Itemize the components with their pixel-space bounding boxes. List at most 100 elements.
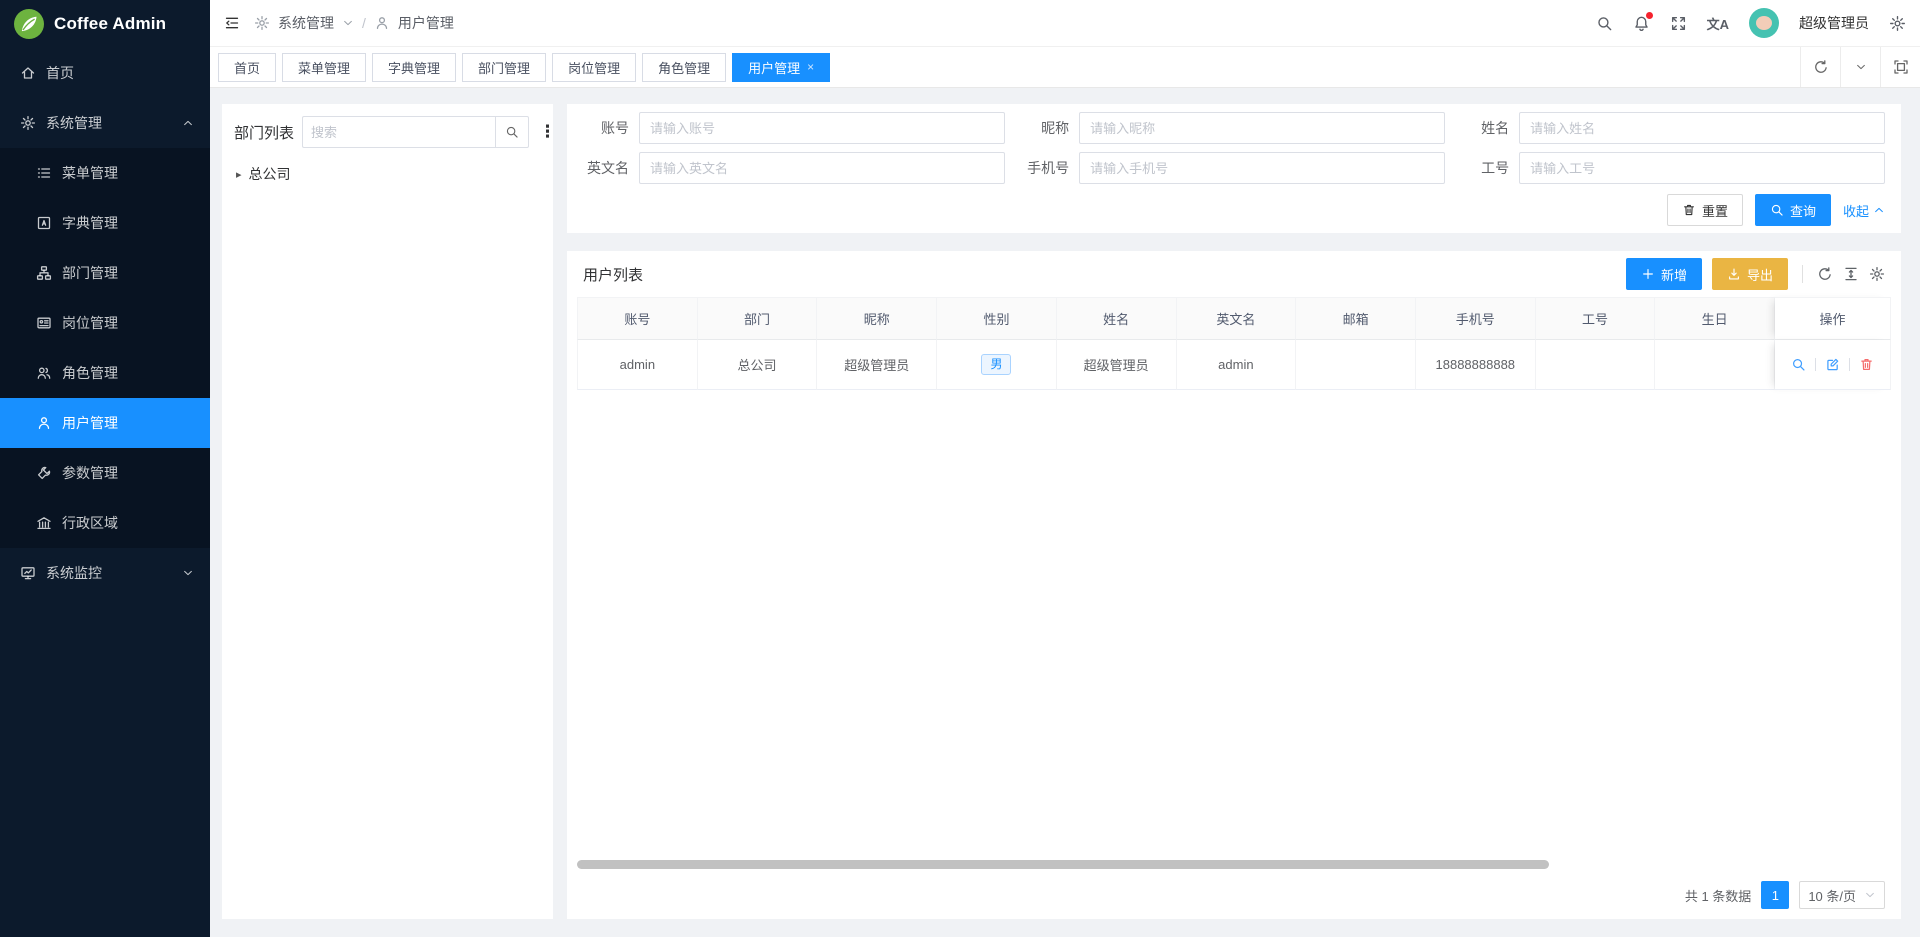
breadcrumb: 系统管理 / 用户管理 — [224, 13, 454, 33]
cell-phone: 18888888888 — [1416, 340, 1536, 390]
search-icon[interactable] — [1596, 15, 1613, 32]
department-panel: 部门列表 ⋮ ▸ 总公司 — [222, 104, 553, 919]
id-card-icon — [36, 315, 52, 331]
scrollbar-thumb[interactable] — [577, 860, 1549, 869]
sidebar-item-admin-region[interactable]: 行政区域 — [0, 498, 210, 548]
gear-icon — [20, 115, 36, 131]
breadcrumb-level1[interactable]: 系统管理 — [278, 13, 334, 33]
refresh-icon — [1817, 266, 1833, 282]
page-size-select[interactable]: 10 条/页 — [1799, 881, 1885, 909]
sidebar-item-param-management[interactable]: 参数管理 — [0, 448, 210, 498]
user-list-header: 用户列表 新增 导出 — [567, 251, 1901, 297]
add-user-button[interactable]: 新增 — [1626, 258, 1702, 290]
edit-row-icon[interactable] — [1825, 357, 1840, 372]
current-user-name[interactable]: 超级管理员 — [1799, 13, 1869, 33]
user-table: 账号 部门 昵称 性别 姓名 英文名 邮箱 手机号 工号 生日 操作 admin… — [577, 297, 1891, 390]
dictionary-icon — [36, 215, 52, 231]
sidebar-item-post-management[interactable]: 岗位管理 — [0, 298, 210, 348]
tab-user-management[interactable]: 用户管理 × — [732, 53, 830, 82]
column-settings-button[interactable] — [1869, 266, 1885, 282]
export-button[interactable]: 导出 — [1712, 258, 1788, 290]
refresh-tab-button[interactable] — [1800, 47, 1840, 87]
job-no-input[interactable] — [1519, 152, 1885, 184]
department-panel-title: 部门列表 — [234, 122, 294, 143]
sidebar-item-system-management[interactable]: 系统管理 — [0, 98, 210, 148]
column-header-nickname: 昵称 — [817, 297, 937, 340]
tab-dept-management[interactable]: 部门管理 — [462, 53, 546, 82]
menu-fold-icon[interactable] — [224, 15, 240, 31]
sidebar-item-label: 参数管理 — [62, 463, 118, 483]
gender-tag: 男 — [981, 354, 1011, 374]
clear-icon — [1682, 203, 1696, 217]
translate-icon[interactable]: 文A — [1707, 14, 1729, 33]
sidebar-item-role-management[interactable]: 角色管理 — [0, 348, 210, 398]
column-header-name: 姓名 — [1057, 297, 1177, 340]
query-button-label: 查询 — [1790, 201, 1816, 220]
refresh-table-button[interactable] — [1817, 266, 1833, 282]
search-icon — [1770, 203, 1784, 217]
reset-button[interactable]: 重置 — [1667, 194, 1743, 226]
tab-close-icon[interactable]: × — [807, 61, 814, 73]
tab-dict-management[interactable]: 字典管理 — [372, 53, 456, 82]
sidebar-item-dept-management[interactable]: 部门管理 — [0, 248, 210, 298]
sidebar-item-label: 角色管理 — [62, 363, 118, 383]
account-input[interactable] — [639, 112, 1005, 144]
field-account: 账号 — [583, 112, 1005, 144]
department-tree: ▸ 总公司 — [234, 162, 541, 186]
sidebar-item-label: 岗位管理 — [62, 313, 118, 333]
form-row: 账号 昵称 姓名 — [583, 112, 1885, 144]
notification-bell[interactable] — [1633, 15, 1650, 32]
maximize-content-button[interactable] — [1880, 47, 1920, 87]
field-job-no: 工号 — [1463, 152, 1885, 184]
people-icon — [36, 365, 52, 381]
row-height-icon — [1843, 266, 1859, 282]
delete-row-icon[interactable] — [1859, 357, 1874, 372]
field-name: 姓名 — [1463, 112, 1885, 144]
row-height-button[interactable] — [1843, 266, 1859, 282]
sidebar-nav: 首页 系统管理 菜单管理 字典管理 部门管理 岗位管理 — [0, 48, 210, 598]
sidebar-item-system-monitor[interactable]: 系统监控 — [0, 548, 210, 598]
field-nickname: 昵称 — [1023, 112, 1445, 144]
phone-input[interactable] — [1079, 152, 1445, 184]
table-row[interactable]: admin 总公司 超级管理员 男 超级管理员 admin 1888888888… — [577, 340, 1891, 390]
chevron-up-icon — [182, 117, 194, 129]
department-search-input[interactable] — [302, 116, 495, 148]
sidebar-item-user-management[interactable]: 用户管理 — [0, 398, 210, 448]
cell-birthday — [1655, 340, 1775, 390]
kebab-menu-icon[interactable]: ⋮ — [537, 122, 558, 142]
export-button-label: 导出 — [1747, 265, 1773, 284]
view-row-icon[interactable] — [1791, 357, 1806, 372]
chevron-down-icon[interactable] — [342, 17, 354, 29]
person-icon — [374, 15, 390, 31]
tab-post-management[interactable]: 岗位管理 — [552, 53, 636, 82]
leaf-logo-icon — [14, 9, 44, 39]
tree-caret-icon[interactable]: ▸ — [236, 168, 242, 181]
query-button[interactable]: 查询 — [1755, 194, 1831, 226]
tab-menu-management[interactable]: 菜单管理 — [282, 53, 366, 82]
sidebar-item-dict-management[interactable]: 字典管理 — [0, 198, 210, 248]
tab-home[interactable]: 首页 — [218, 53, 276, 82]
content-area: 部门列表 ⋮ ▸ 总公司 账号 昵称 姓名 — [210, 88, 1920, 937]
tab-label: 部门管理 — [478, 58, 530, 77]
department-search-button[interactable] — [495, 116, 529, 148]
tab-label: 岗位管理 — [568, 58, 620, 77]
tab-role-management[interactable]: 角色管理 — [642, 53, 726, 82]
nickname-input[interactable] — [1079, 112, 1445, 144]
sidebar-item-home[interactable]: 首页 — [0, 48, 210, 98]
tab-options-button[interactable] — [1840, 47, 1880, 87]
en-name-input[interactable] — [639, 152, 1005, 184]
collapse-form-link[interactable]: 收起 — [1843, 201, 1885, 220]
page-number-button[interactable]: 1 — [1761, 881, 1789, 909]
settings-gear-icon[interactable] — [1889, 15, 1906, 32]
horizontal-scrollbar[interactable] — [577, 860, 1891, 869]
field-label: 账号 — [583, 118, 639, 138]
name-input[interactable] — [1519, 112, 1885, 144]
column-header-birthday: 生日 — [1655, 297, 1775, 340]
breadcrumb-separator: / — [362, 15, 366, 31]
form-actions: 重置 查询 收起 — [583, 194, 1885, 226]
avatar[interactable] — [1749, 8, 1779, 38]
user-list-title: 用户列表 — [583, 264, 643, 285]
fullscreen-icon[interactable] — [1670, 15, 1687, 32]
tree-node-root[interactable]: ▸ 总公司 — [234, 162, 541, 186]
sidebar-item-menu-management[interactable]: 菜单管理 — [0, 148, 210, 198]
